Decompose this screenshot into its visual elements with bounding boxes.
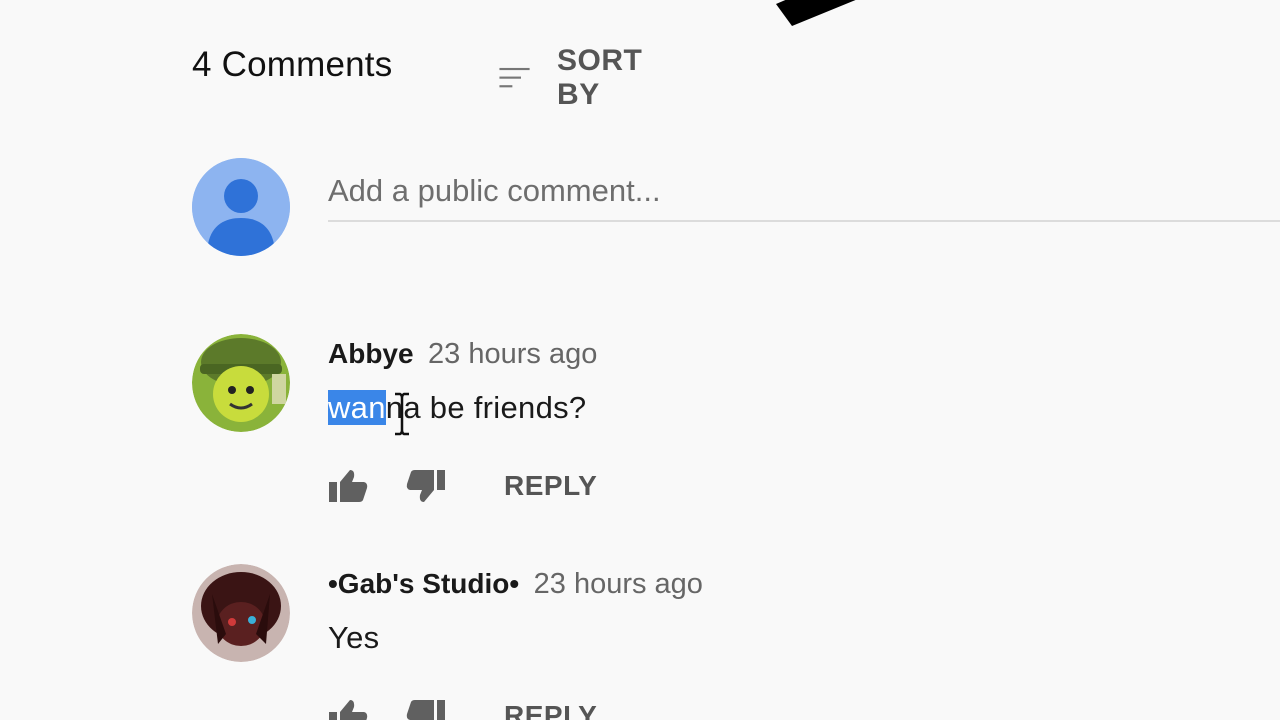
comment-actions: REPLY	[328, 464, 597, 508]
sort-by-button[interactable]: SORT BY	[498, 44, 655, 112]
character-avatar-icon	[192, 564, 290, 662]
black-corner-shape	[776, 0, 856, 26]
comment-actions: REPLY	[328, 694, 597, 720]
selected-text: wan	[328, 390, 386, 425]
comment-meta: •Gab's Studio• 23 hours ago	[328, 568, 703, 601]
comment-text: Yes	[328, 620, 380, 655]
thumb-up-icon[interactable]	[328, 698, 368, 720]
comment-thread: Abbye 23 hours ago wanna be friends? REP…	[192, 334, 1280, 514]
person-icon	[192, 158, 290, 256]
comment-thread: •Gab's Studio• 23 hours ago Yes REPLY	[192, 564, 1280, 720]
comment-timestamp[interactable]: 23 hours ago	[534, 568, 703, 600]
comment-text: wanna be friends?	[328, 390, 586, 426]
thumb-up-icon[interactable]	[328, 468, 368, 504]
comments-section: 4 Comments SORT BY Add a public comment.…	[0, 0, 1280, 720]
comment-meta: Abbye 23 hours ago	[328, 338, 597, 371]
add-comment-box	[192, 158, 1280, 258]
comment-author[interactable]: •Gab's Studio•	[328, 568, 519, 599]
comment-count: 4 Comments	[192, 45, 393, 84]
sort-by-label: SORT BY	[557, 44, 643, 111]
reply-button[interactable]: REPLY	[504, 700, 597, 720]
reply-button[interactable]: REPLY	[504, 470, 597, 502]
thumb-down-icon[interactable]	[406, 698, 446, 720]
comments-header: 4 Comments SORT BY	[192, 38, 642, 111]
add-comment-input[interactable]	[328, 162, 1280, 222]
green-character-avatar-icon	[192, 334, 290, 432]
sort-icon	[499, 67, 530, 88]
text-cursor-icon	[395, 392, 409, 436]
avatar[interactable]	[192, 334, 290, 432]
comment-timestamp[interactable]: 23 hours ago	[428, 338, 597, 370]
comment-author[interactable]: Abbye	[328, 338, 414, 369]
comment-text-rest: na be friends?	[385, 390, 587, 425]
thumb-down-icon[interactable]	[406, 468, 446, 504]
default-user-avatar-icon	[192, 158, 290, 256]
avatar[interactable]	[192, 564, 290, 662]
